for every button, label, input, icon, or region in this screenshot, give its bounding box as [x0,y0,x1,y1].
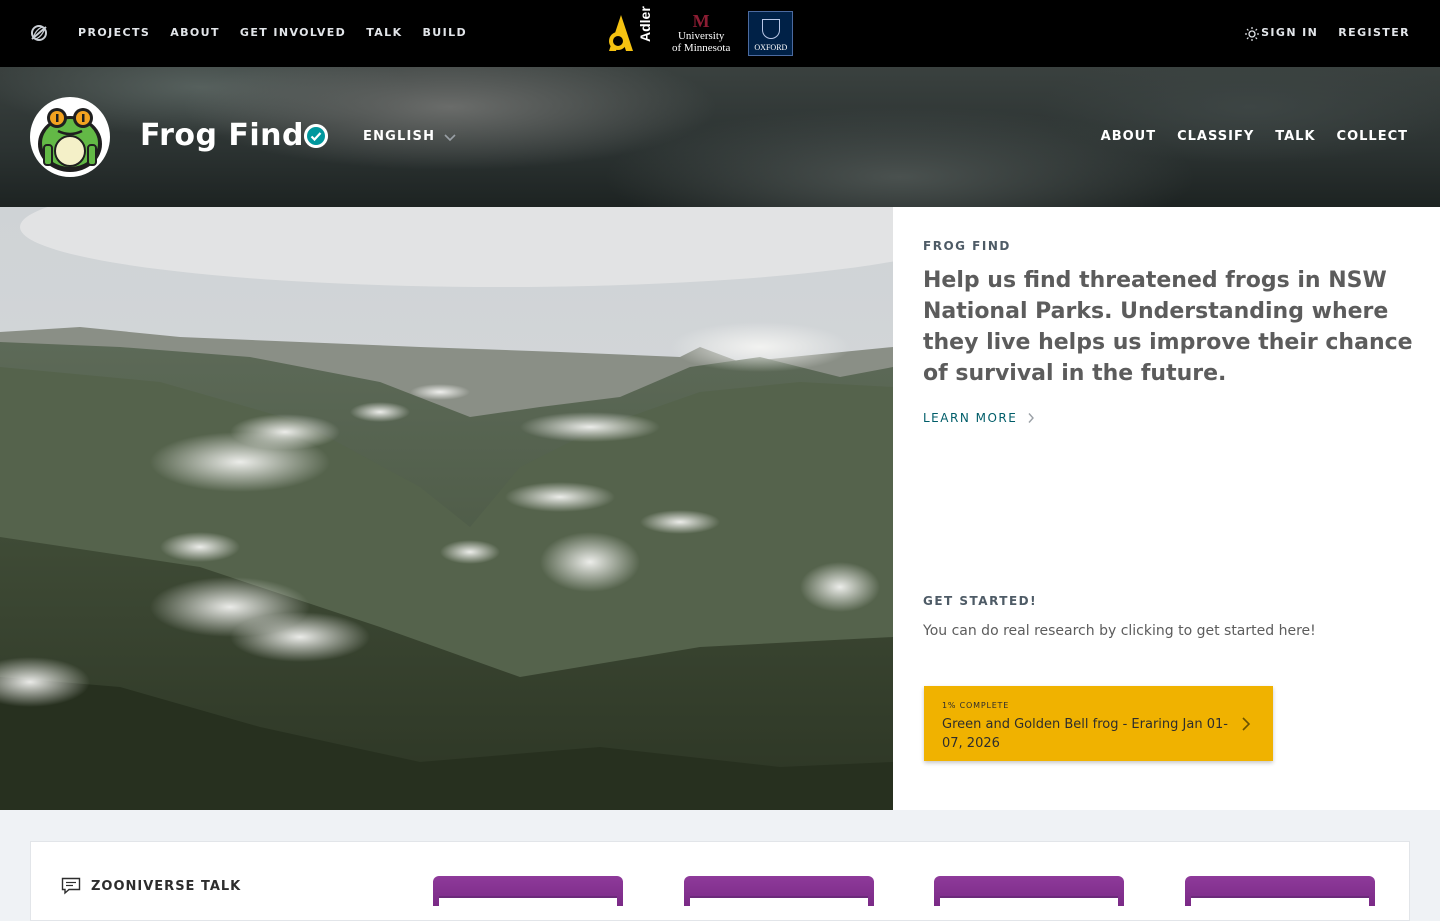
nav-projects[interactable]: PROJECTS [78,26,150,39]
workflow-label: Green and Golden Bell frog - Eraring Jan… [942,717,1228,751]
umn-m-icon: M [692,11,710,31]
nav-get-involved[interactable]: GET INVOLVED [240,26,346,39]
project-avatar[interactable] [30,97,110,177]
auth-links: SIGN IN REGISTER [1261,26,1410,39]
verified-badge-icon [304,124,328,148]
project-background-image [0,207,893,810]
umn-line1: University [677,30,725,42]
talk-thumbnail[interactable] [1185,876,1375,906]
adler-wordmark: Adler [637,6,653,42]
workflow-progress: 1% COMPLETE [942,701,1010,710]
chevron-right-icon [1028,413,1035,423]
project-name-eyebrow: FROG FIND [923,239,1011,253]
umn-logo[interactable]: M University of Minnesota [672,12,730,54]
talk-thumbnail[interactable] [433,876,623,906]
project-nav-classify[interactable]: CLASSIFY [1177,129,1254,144]
nav-about[interactable]: ABOUT [170,26,220,39]
nav-talk[interactable]: TALK [366,26,402,39]
project-nav-about[interactable]: ABOUT [1101,129,1156,144]
partner-logos: Adler M University of Minnesota OXFORD [608,6,794,56]
chevron-right-icon [1242,717,1251,731]
get-started-title: GET STARTED! [923,594,1038,608]
chat-icon [61,877,81,895]
adler-logo[interactable]: Adler [608,6,654,53]
project-nav-talk[interactable]: TALK [1275,129,1315,144]
adler-star-icon [609,15,633,51]
learn-more-label: LEARN MORE [923,411,1018,425]
project-title[interactable]: Frog Find [140,118,304,153]
project-info-panel: FROG FIND Help us find threatened frogs … [893,207,1440,810]
project-description: Help us find threatened frogs in NSW Nat… [923,268,1413,386]
sign-in-link[interactable]: SIGN IN [1261,26,1318,39]
zooniverse-top-bar: PROJECTS ABOUT GET INVOLVED TALK BUILD A… [0,0,1440,67]
language-label: ENGLISH [363,129,436,144]
talk-title: ZOONIVERSE TALK [91,878,242,894]
talk-section: ZOONIVERSE TALK [30,841,1410,921]
oxford-crest-icon [761,18,780,39]
project-nav: ABOUT CLASSIFY TALK COLLECT [1101,129,1408,144]
umn-line2: of Minnesota [672,42,731,54]
sun-icon[interactable] [1245,27,1259,41]
project-header: Frog Find ENGLISH ABOUT CLASSIFY TALK CO… [0,67,1440,207]
frog-icon [38,108,102,172]
language-selector[interactable]: ENGLISH [363,129,457,144]
oxford-logo[interactable]: OXFORD [748,10,794,56]
register-link[interactable]: REGISTER [1338,26,1410,39]
talk-thumbnail[interactable] [684,876,874,906]
get-started-text: You can do real research by clicking to … [923,623,1316,639]
talk-heading: ZOONIVERSE TALK [61,877,241,895]
zooniverse-main-nav: PROJECTS ABOUT GET INVOLVED TALK BUILD [78,26,467,39]
zooniverse-logo-icon[interactable] [30,24,48,42]
nav-build[interactable]: BUILD [423,26,468,39]
learn-more-link[interactable]: LEARN MORE [923,411,1035,425]
oxford-wordmark: OXFORD [754,42,788,52]
chevron-down-icon [444,133,456,141]
project-nav-collect[interactable]: COLLECT [1337,129,1408,144]
workflow-button[interactable]: 1% COMPLETE Green and Golden Bell frog -… [924,686,1273,761]
talk-thumbnail[interactable] [934,876,1124,906]
